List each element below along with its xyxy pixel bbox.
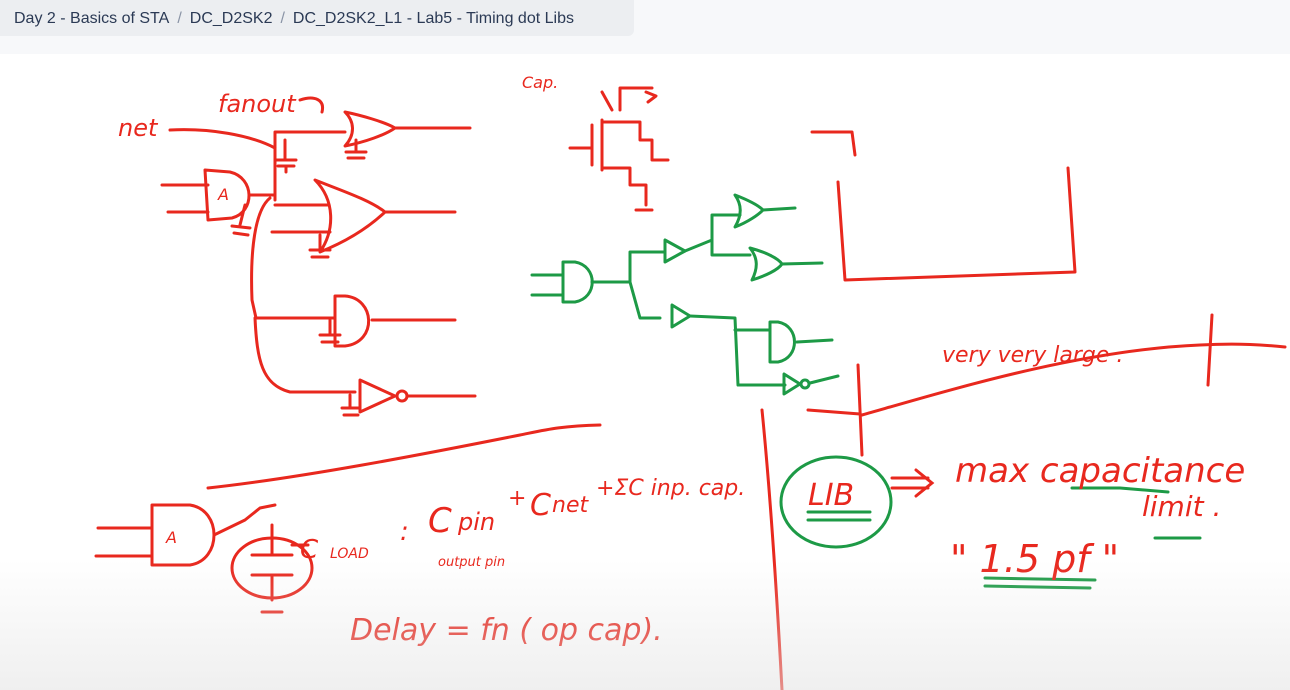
green-buffer-2 [670,303,692,329]
label-eq-sign: : [400,517,409,547]
label-output-pin: output pin [438,555,505,570]
label-net-sub: net [552,493,589,518]
green-or-gate-1 [733,193,765,229]
or-gate-top [343,110,397,148]
vertical-divider [760,408,784,690]
green-and-gate-2 [768,320,796,364]
label-delay: Delay = fn ( op cap). [350,613,663,648]
divider-stroke [206,423,602,490]
net-wire [168,128,277,150]
green-inverter [782,372,802,396]
green-or-gate-2 [748,246,784,282]
label-c-load: C [300,535,319,565]
inverter-gate [358,378,397,414]
label-max-capacitance: max capacitance [955,451,1245,491]
green-and-gate [561,260,594,304]
label-sum-cap: +ΣC inp. cap. [596,476,745,501]
label-c-pin: C [428,501,452,541]
label-load-sub: LOAD [330,546,369,562]
bracket-shape [836,166,1077,282]
whiteboard-canvas: net fanout A Cap. very very large . LIB … [94,73,1287,690]
and-gate-low [333,294,371,348]
label-limit: limit . [1142,490,1221,523]
fanout-arrow [298,96,325,114]
label-gate-a-1: A [217,185,229,204]
label-gate-a-2: A [165,528,177,547]
label-lib: LIB [808,478,854,513]
transistor-symbol [568,86,670,207]
label-net: net [118,114,159,142]
label-cap: Cap. [522,73,558,92]
label-fanout: fanout [218,90,297,118]
label-c-net: C [530,488,551,523]
label-pin-sub: pin [457,508,495,536]
label-plus: + [508,486,526,511]
and-gate-a-bottom [150,503,216,567]
label-1-5pf: " 1.5 pf " [950,537,1119,581]
green-buffer-1 [663,238,687,264]
or-gate-mid [313,178,387,254]
label-very-large: very very large . [942,343,1123,368]
